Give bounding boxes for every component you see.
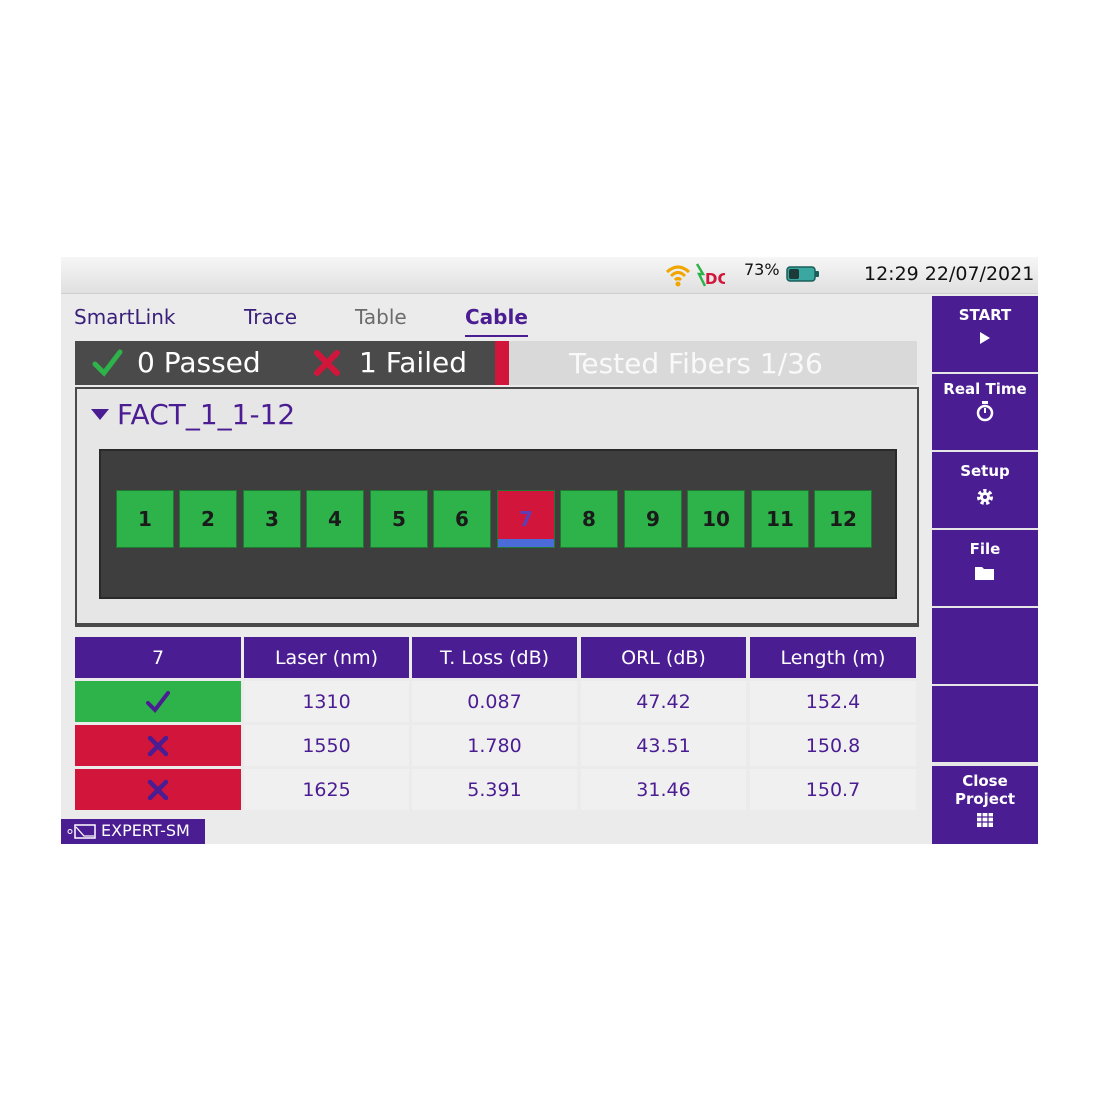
fiber-cell-failed[interactable]: 7 (497, 490, 555, 548)
mode-indicator: EXPERT-SM (61, 819, 205, 844)
fiber-cell[interactable]: 12 (814, 490, 872, 548)
start-label: START (958, 306, 1012, 324)
status-cell-fail (75, 725, 241, 766)
cable-name: FACT_1_1-12 (117, 398, 296, 431)
tested-fibers-panel: Tested Fibers 1/36 (509, 341, 917, 385)
svg-text:DC: DC (705, 270, 725, 288)
length-value: 150.8 (750, 725, 916, 766)
fiber-cell[interactable]: 8 (560, 490, 618, 548)
panel-divider (75, 623, 919, 627)
setup-button[interactable]: Setup (932, 452, 1038, 528)
check-icon (92, 349, 123, 377)
empty-soft-key[interactable] (932, 686, 1038, 762)
fiber-grid: 1 2 3 4 5 6 7 8 9 10 11 12 (99, 449, 897, 599)
passed-count: 0 Passed (137, 346, 261, 379)
tab-cable[interactable]: Cable (465, 305, 528, 337)
fiber-number-header: 7 (75, 637, 241, 678)
orl-value: 47.42 (581, 681, 746, 722)
wifi-icon (665, 265, 691, 287)
loss-value: 5.391 (412, 769, 577, 810)
orl-header: ORL (dB) (581, 637, 746, 678)
fiber-cell[interactable]: 3 (243, 490, 301, 548)
loss-value: 0.087 (412, 681, 577, 722)
fiber-cell[interactable]: 11 (751, 490, 809, 548)
loss-value: 1.780 (412, 725, 577, 766)
cross-icon (147, 735, 169, 756)
grid-icon (977, 813, 993, 827)
fiber-cell[interactable]: 1 (116, 490, 174, 548)
oscilloscope-icon (67, 824, 96, 839)
fiber-cell[interactable]: 5 (370, 490, 428, 548)
length-value: 150.7 (750, 769, 916, 810)
fiber-cell[interactable]: 4 (306, 490, 364, 548)
battery-percent: 73% (744, 260, 780, 279)
fiber-cell[interactable]: 9 (624, 490, 682, 548)
cable-panel: FACT_1_1-12 1 2 3 4 5 6 7 8 9 10 11 12 (75, 387, 919, 627)
clock: 12:29 22/07/2021 (864, 263, 1035, 285)
file-label: File (969, 540, 1001, 558)
instrument-screen: DC 73% 12:29 22/07/2021 SmartLink Trace … (61, 257, 1038, 844)
folder-icon (975, 567, 994, 580)
stopwatch-icon (976, 401, 994, 422)
play-icon (980, 332, 990, 344)
mode-label: EXPERT-SM (101, 821, 190, 840)
laser-header: Laser (nm) (244, 637, 409, 678)
tested-fibers: Tested Fibers 1/36 (569, 347, 823, 380)
fiber-cell[interactable]: 6 (433, 490, 491, 548)
length-header: Length (m) (750, 637, 916, 678)
empty-soft-key[interactable] (932, 608, 1038, 684)
failure-indicator (495, 341, 509, 385)
battery-icon (786, 266, 819, 282)
orl-value: 31.46 (581, 769, 746, 810)
status-bar: DC 73% 12:29 22/07/2021 (61, 257, 1038, 294)
tab-table[interactable]: Table (355, 305, 407, 329)
check-icon (146, 690, 170, 713)
tab-bar: SmartLink Trace Table Cable (61, 293, 931, 338)
close-project-label: Close Project (954, 772, 1016, 808)
cross-icon (314, 350, 340, 376)
close-project-button[interactable]: Close Project (932, 766, 1038, 844)
tab-smartlink[interactable]: SmartLink (74, 305, 175, 329)
caret-down-icon (91, 408, 109, 420)
start-button[interactable]: START (932, 296, 1038, 372)
cable-selector[interactable]: FACT_1_1-12 (91, 398, 295, 431)
status-cell-pass (75, 681, 241, 722)
status-cell-fail (75, 769, 241, 810)
failed-count: 1 Failed (359, 346, 467, 379)
cross-icon (147, 779, 169, 800)
real-time-button[interactable]: Real Time (932, 374, 1038, 450)
loss-header: T. Loss (dB) (412, 637, 577, 678)
side-panel: START Real Time Setup File Close Project (932, 296, 1038, 844)
laser-value: 1310 (244, 681, 409, 722)
fiber-cell[interactable]: 10 (687, 490, 745, 548)
result-summary-bar: 0 Passed 1 Failed Tested Fibers 1/36 (75, 341, 917, 385)
tab-trace[interactable]: Trace (244, 305, 297, 329)
laser-value: 1550 (244, 725, 409, 766)
fiber-cell[interactable]: 2 (179, 490, 237, 548)
setup-label: Setup (960, 462, 1010, 480)
dc-power-icon: DC (695, 263, 725, 288)
file-button[interactable]: File (932, 530, 1038, 606)
length-value: 152.4 (750, 681, 916, 722)
orl-value: 43.51 (581, 725, 746, 766)
laser-value: 1625 (244, 769, 409, 810)
real-time-label: Real Time (943, 380, 1027, 398)
gear-icon (977, 489, 993, 505)
